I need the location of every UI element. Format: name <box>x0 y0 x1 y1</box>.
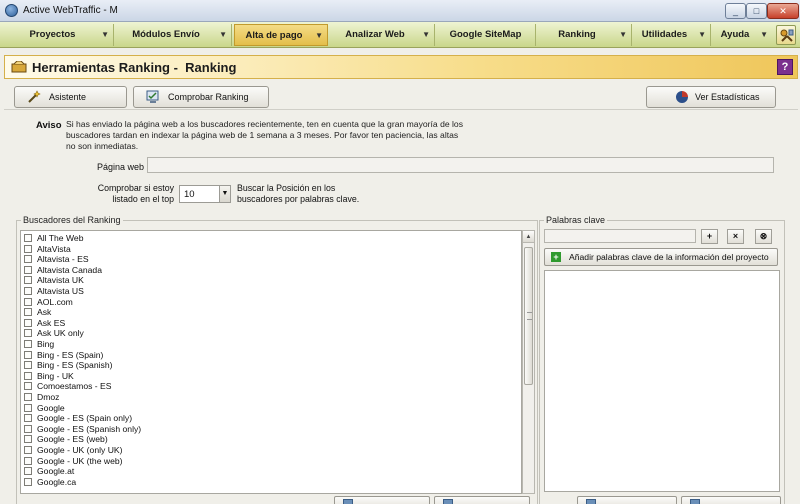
keywords-group-title: Palabras clave <box>544 215 608 225</box>
checkbox[interactable] <box>24 424 32 433</box>
top-select-value: 10 <box>184 189 195 200</box>
checkbox[interactable] <box>24 297 32 306</box>
title-bar: Active WebTraffic - M _ □ ✕ <box>0 0 800 22</box>
add-keyword-button[interactable]: + <box>701 229 718 244</box>
remove-keyword-button[interactable]: × <box>727 229 744 244</box>
help-button[interactable]: ? <box>777 59 793 75</box>
minimize-button[interactable]: _ <box>725 3 746 19</box>
checkbox[interactable] <box>24 287 32 295</box>
engines-group-title: Buscadores del Ranking <box>21 215 123 225</box>
keywords-list <box>544 270 780 492</box>
app-icon <box>5 4 18 17</box>
menu-ranking[interactable]: Ranking ▼ <box>537 24 632 46</box>
close-button[interactable]: ✕ <box>767 3 799 19</box>
checkbox[interactable] <box>24 308 32 317</box>
checkbox[interactable] <box>24 403 32 412</box>
section-title: Herramientas Ranking - Ranking <box>32 60 237 75</box>
grip-icon <box>527 312 532 320</box>
scrollbar-thumb[interactable] <box>524 247 533 385</box>
menu-proyectos[interactable]: Proyectos ▼ <box>6 24 114 46</box>
pagina-web-label: Página web <box>97 162 145 172</box>
checkbox[interactable] <box>24 265 32 274</box>
checkbox[interactable] <box>24 329 32 338</box>
menu-bar: Proyectos ▼ Módulos Envío ▼ Alta de pago ▼ … <box>0 22 800 48</box>
pagina-web-field[interactable] <box>147 157 774 173</box>
checkbox[interactable] <box>24 318 32 327</box>
search-position-label: Buscar la Posición en los buscadores por… <box>237 183 360 204</box>
checkbox[interactable] <box>24 276 32 285</box>
menu-alta-de-pago[interactable]: Alta de pago ▼ <box>234 24 328 46</box>
statistics-icon <box>676 91 688 103</box>
chevron-down-icon: ▼ <box>760 30 768 39</box>
chevron-down-icon: ▼ <box>315 31 323 40</box>
chevron-down-icon: ▼ <box>101 30 109 39</box>
menu-google-sitemap[interactable]: Google SiteMap <box>436 24 536 46</box>
menu-analizar-web[interactable]: Analizar Web ▼ <box>330 24 435 46</box>
deselect-all-engines-button[interactable] <box>434 496 530 504</box>
select-all-icon <box>343 499 353 504</box>
tools-icon <box>780 29 794 42</box>
clear-keywords-button[interactable]: ⊗ <box>755 229 772 244</box>
maximize-button[interactable]: □ <box>746 3 767 19</box>
checkbox[interactable] <box>24 467 32 476</box>
top-label: Comprobar si estoy listado en el top <box>97 183 174 204</box>
aviso-text: Si has enviado la página web a los busca… <box>66 119 463 151</box>
asistente-button[interactable]: Asistente <box>14 86 127 108</box>
checkbox[interactable] <box>24 382 32 391</box>
checkbox[interactable] <box>24 371 32 380</box>
remove-icon: × <box>732 231 739 241</box>
checkbox[interactable] <box>24 477 32 486</box>
chevron-down-icon: ▼ <box>422 30 430 39</box>
engines-list: All The Web AltaVista Altavista - ES Alt… <box>20 230 522 494</box>
checkbox[interactable] <box>24 446 32 454</box>
engines-scrollbar[interactable]: ▲ <box>522 230 535 494</box>
ver-estadisticas-button[interactable]: Ver Estadísticas <box>646 86 776 108</box>
add-project-keywords-button[interactable]: + Añadir palabras clave de la informació… <box>544 248 778 266</box>
checkbox[interactable] <box>24 255 32 264</box>
ranking-tools-icon <box>11 61 27 73</box>
scroll-up-arrow-icon[interactable]: ▲ <box>523 231 534 243</box>
menu-ayuda[interactable]: Ayuda ▼ <box>712 24 772 46</box>
toolbar: Asistente Comprobar Ranking Ver Estadíst… <box>4 82 798 110</box>
checkbox[interactable] <box>24 340 32 348</box>
checkbox[interactable] <box>24 361 32 370</box>
window-title: Active WebTraffic - M <box>23 5 118 16</box>
deselect-all-icon <box>443 499 453 504</box>
chevron-down-icon: ▼ <box>619 30 627 39</box>
import-icon <box>586 499 596 504</box>
export-icon <box>690 499 700 504</box>
checkbox[interactable] <box>24 414 32 423</box>
clear-icon: ⊗ <box>759 231 768 241</box>
menu-utilidades[interactable]: Utilidades ▼ <box>633 24 711 46</box>
select-all-engines-button[interactable] <box>334 496 430 504</box>
wizard-wand-icon <box>28 90 41 103</box>
checkbox[interactable] <box>24 244 32 253</box>
plus-icon: + <box>706 231 713 241</box>
chevron-down-icon: ▼ <box>219 30 227 39</box>
top-select[interactable]: 10 ▼ <box>179 185 231 203</box>
chevron-down-icon: ▼ <box>698 30 706 39</box>
checkbox[interactable] <box>24 456 32 465</box>
export-keywords-button[interactable] <box>681 496 781 504</box>
menu-modulos-envio[interactable]: Módulos Envío ▼ <box>115 24 232 46</box>
keyword-input[interactable] <box>544 229 696 243</box>
chevron-down-icon[interactable]: ▼ <box>219 186 230 202</box>
checkbox[interactable] <box>24 234 32 242</box>
import-keywords-button[interactable] <box>577 496 677 504</box>
plus-icon: + <box>551 252 561 262</box>
checkbox[interactable] <box>24 435 32 444</box>
tools-button[interactable] <box>776 25 796 45</box>
aviso-label: Aviso <box>36 120 62 131</box>
checkbox[interactable] <box>24 350 32 359</box>
section-header: Herramientas Ranking - Ranking ? <box>4 55 798 79</box>
monitor-check-icon <box>146 90 159 103</box>
comprobar-ranking-button[interactable]: Comprobar Ranking <box>133 86 269 108</box>
checkbox[interactable] <box>24 393 32 401</box>
